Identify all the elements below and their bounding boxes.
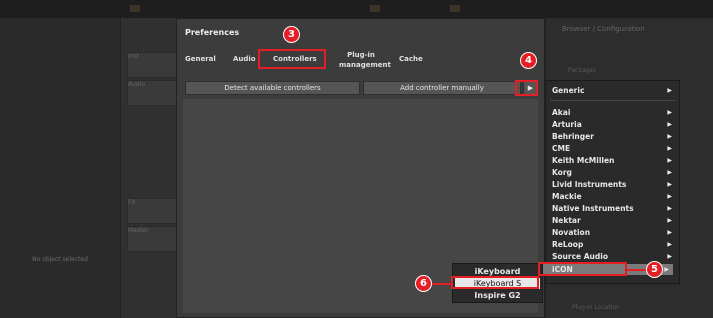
icon-vendor-highlight [538,262,627,276]
menu-item-vendor[interactable]: CME ▶ [552,143,676,154]
tab-general[interactable]: General [185,55,216,63]
submenu-arrow-icon: ▶ [667,169,672,176]
inspector-panel: No object selected [0,18,121,318]
menu-item-vendor[interactable]: ReLoop ▶ [552,239,676,250]
submenu-arrow-icon: ▶ [667,241,672,248]
dialog-title: Preferences [185,28,240,37]
menu-item-label: Mackie [552,192,582,201]
menu-item-vendor[interactable]: Nektar ▶ [552,215,676,226]
callout-5-badge: 5 [646,261,663,278]
menu-item-vendor[interactable]: Korg ▶ [552,167,676,178]
submenu-arrow-icon: ▶ [667,145,672,152]
track-header[interactable]: Audio [127,80,177,106]
menu-item-vendor[interactable]: Mackie ▶ [552,191,676,202]
track-header[interactable]: FX [127,198,177,224]
submenu-arrow-icon: ▶ [667,217,672,224]
callout-3-badge: 3 [283,26,300,43]
tab-plugin-management[interactable]: Plug-in management [339,50,391,70]
controllers-tab-highlight [258,49,326,69]
submenu-arrow-icon: ▶ [667,157,672,164]
inspector-empty-text: No object selected [32,256,88,263]
menu-item-label: Korg [552,168,572,177]
toolbar-icon [130,5,140,12]
controller-toolbar: Detect available controllers Add control… [183,81,538,95]
toolbar-icon [370,5,380,12]
menu-item-label: Behringer [552,132,594,141]
menu-item-vendor[interactable]: Akai ▶ [552,107,676,118]
menu-item-vendor[interactable]: Behringer ▶ [552,131,676,142]
submenu-item-inspire-g2[interactable]: Inspire G2 [455,290,540,301]
submenu-arrow-icon: ▶ [667,121,672,128]
submenu-arrow-icon: ▶ [667,253,672,260]
submenu-arrow-icon: ▶ [667,181,672,188]
submenu-arrow-icon: ▶ [667,193,672,200]
menu-item-label: Generic [552,86,585,95]
menu-item-vendor[interactable]: Arturia ▶ [552,119,676,130]
menu-item-vendor[interactable]: Native Instruments ▶ [552,203,676,214]
browser-header: Browser / Configuration [562,25,645,33]
menu-item-label: Livid Instruments [552,180,627,189]
menu-item-generic[interactable]: Generic ▶ [552,85,676,96]
submenu-arrow-icon: ▶ [667,205,672,212]
menu-item-label: Novation [552,228,591,237]
detect-controllers-button[interactable]: Detect available controllers [185,81,360,95]
submenu-arrow-icon: ▶ [667,87,672,94]
menu-item-label: Nektar [552,216,581,225]
submenu-arrow-icon: ▶ [667,109,672,116]
controller-menu: Generic ▶ Akai ▶ Arturia ▶ Behringer ▶ CME ▶ … [540,80,680,284]
track-header[interactable]: Master [127,226,177,252]
callout-4-badge: 4 [520,52,537,69]
menu-item-label: Keith McMillen [552,156,615,165]
menu-item-label: ReLoop [552,240,584,249]
menu-item-vendor[interactable]: Livid Instruments ▶ [552,179,676,190]
toolbar-icon [450,5,460,12]
top-bar [0,0,713,19]
track-header[interactable]: Inst [127,52,177,78]
menu-item-vendor[interactable]: Novation ▶ [552,227,676,238]
menu-item-label: Native Instruments [552,204,634,213]
callout-6-leader [432,283,452,285]
tab-audio[interactable]: Audio [233,55,256,63]
menu-item-label: Source Audio [552,252,608,261]
add-controller-button[interactable]: Add controller manually [363,81,521,95]
browser-footer-label: Plug-in Location [572,304,620,311]
add-arrow-highlight [515,80,538,96]
menu-item-vendor[interactable]: Source Audio ▶ [552,251,676,262]
menu-divider [550,100,676,101]
menu-item-label: Akai [552,108,571,117]
tab-cache[interactable]: Cache [399,55,423,63]
ikeyboard-s-highlight [451,276,539,289]
menu-item-label: CME [552,144,571,153]
submenu-arrow-icon: ▶ [664,266,669,273]
submenu-arrow-icon: ▶ [667,133,672,140]
callout-6-badge: 6 [415,275,432,292]
browser-section-label: Packages [568,67,596,74]
menu-item-label: Arturia [552,120,582,129]
track-list: Inst Audio FX Master [121,18,177,318]
callout-5-leader [626,269,646,271]
menu-item-vendor[interactable]: Keith McMillen ▶ [552,155,676,166]
submenu-arrow-icon: ▶ [667,229,672,236]
